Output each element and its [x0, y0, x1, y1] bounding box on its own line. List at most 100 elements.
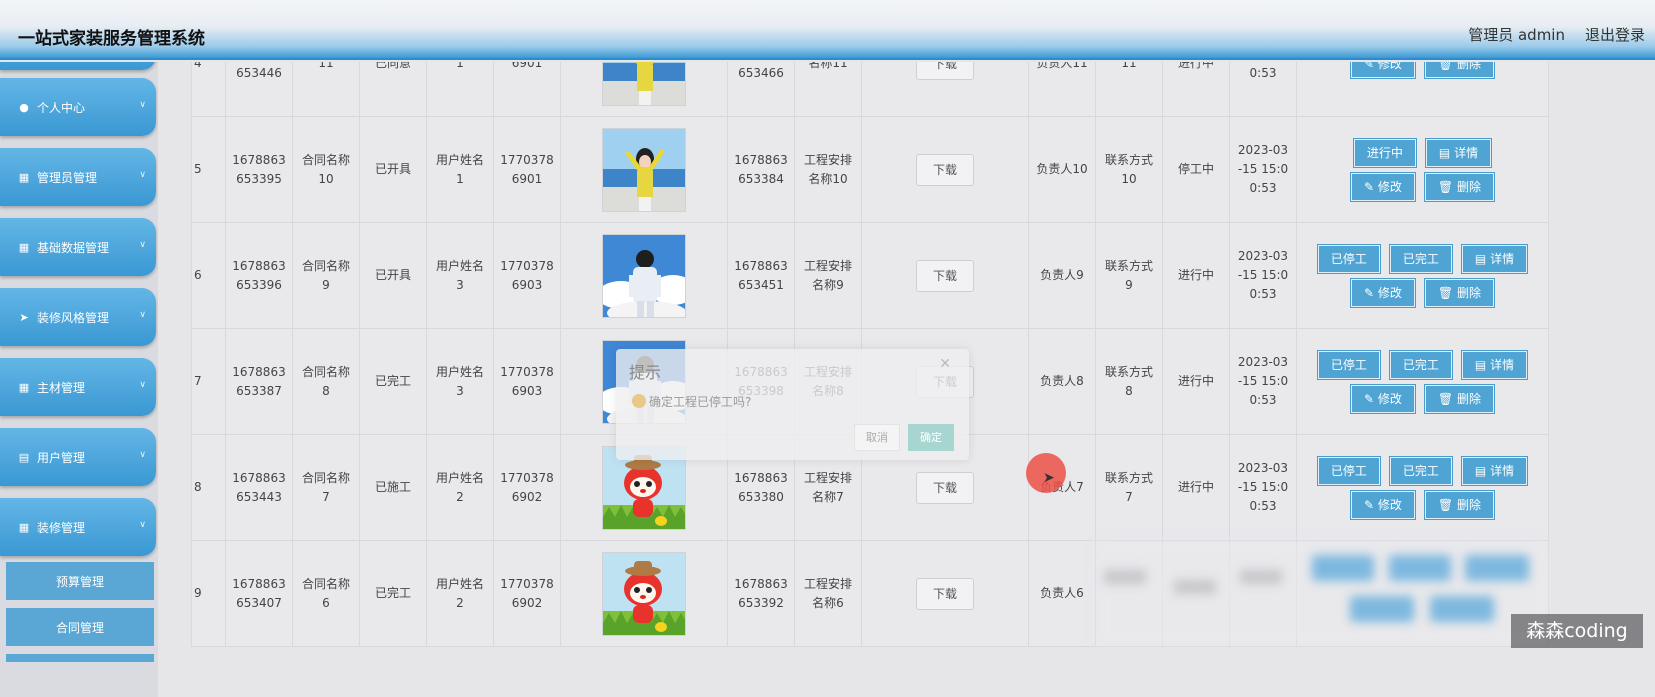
blurred-text [1104, 570, 1146, 584]
contact-cell: 11 [1095, 62, 1163, 117]
sidebar-subitem-contract[interactable]: 合同管理 [6, 608, 154, 646]
proj-name-cell: 工程安排 名称6 [794, 540, 862, 647]
delete-button[interactable]: 🗑 删除 [1423, 383, 1495, 414]
delete-button[interactable]: 🗑 删除 [1423, 489, 1495, 520]
stopped-button[interactable]: 已停工 [1316, 349, 1381, 380]
edit-button[interactable]: ✎ 修改 [1350, 383, 1416, 414]
idx-cell: 5 [191, 116, 226, 223]
table-row: 41678863 65344611已同意169011678863 653466名… [191, 62, 1549, 117]
status-cell: 已完工 [359, 328, 427, 435]
edit-button[interactable]: ✎ 修改 [1350, 489, 1416, 520]
detail-button[interactable]: ▤ 详情 [1460, 349, 1529, 380]
blurred-text [1240, 570, 1282, 584]
action-label: 详情 [1490, 357, 1515, 372]
sidebar-item-admins[interactable]: ▦ 管理员管理 ∨ [0, 148, 156, 206]
sidebar-item-materials[interactable]: ▦ 主材管理 ∨ [0, 358, 156, 416]
action-label: 已完工 [1402, 357, 1439, 372]
blurred-button [1312, 555, 1374, 581]
mouse-cursor-icon: ➤ [1043, 470, 1055, 486]
action-label: 删除 [1456, 391, 1481, 406]
detail-button[interactable]: ▤ 详情 [1460, 455, 1529, 486]
download-cell: 下载 [861, 540, 1029, 647]
completed-button[interactable]: 已完工 [1388, 455, 1453, 486]
sidebar-item-label: 个人中心 [37, 100, 86, 115]
in-progress-button[interactable]: 进行中 [1352, 137, 1417, 168]
user-cell: 用户姓名 3 [426, 328, 494, 435]
trash-icon: 🗑 [1437, 391, 1457, 406]
action-label: 修改 [1377, 497, 1402, 512]
edit-button[interactable]: ✎ 修改 [1350, 277, 1416, 308]
blurred-button [1430, 596, 1494, 622]
time-cell: 2023-03 -15 15:0 0:53 [1229, 222, 1297, 329]
action-label: 修改 [1377, 179, 1402, 194]
delete-button[interactable]: 🗑 删除 [1423, 62, 1495, 79]
action-label: 删除 [1456, 62, 1481, 71]
action-label: 修改 [1377, 285, 1402, 300]
action-label: 进行中 [1366, 145, 1403, 160]
proj-no-cell: 1678863 653451 [727, 222, 795, 329]
sidebar-item-styles[interactable]: ➤ 装修风格管理 ∨ [0, 288, 156, 346]
sidebar-item-profile[interactable]: ● 个人中心 ∨ [0, 78, 156, 136]
proj-name-cell: 名称11 [794, 62, 862, 117]
status-cell: 已完工 [359, 540, 427, 647]
sidebar-subitem-budget[interactable]: 预算管理 [6, 562, 154, 600]
manager-cell: 负责人9 [1028, 222, 1096, 329]
table-row: 5 1678863 653395 合同名称 10 已开具 用户姓名 1 1770378 6… [191, 116, 1549, 223]
stopped-button[interactable]: 已停工 [1316, 455, 1381, 486]
chevron-down-icon: ∨ [139, 380, 146, 390]
idx-cell: 6 [191, 222, 226, 329]
state-cell: 进行中 [1162, 328, 1230, 435]
download-cell: 下载 [861, 116, 1029, 223]
action-label: 详情 [1454, 145, 1479, 160]
edit-button[interactable]: ✎ 修改 [1350, 171, 1416, 202]
contract-name-cell: 合同名称 7 [292, 434, 360, 541]
close-icon[interactable]: ✕ [939, 356, 951, 372]
confirm-button[interactable]: 确定 [908, 424, 954, 451]
sidebar-item-partial[interactable] [0, 62, 156, 70]
download-cell: 下载 [861, 62, 1029, 117]
edit-button[interactable]: ✎ 修改 [1350, 62, 1416, 79]
contract-no-cell: 1678863 653395 [225, 116, 293, 223]
chevron-down-icon: ∨ [139, 450, 146, 460]
stopped-button[interactable]: 已停工 [1316, 243, 1381, 274]
delete-button[interactable]: 🗑 删除 [1423, 277, 1495, 308]
sidebar: ● 个人中心 ∨ ▦ 管理员管理 ∨ ▦ 基础数据管理 ∨ ➤ 装修风格管理 ∨… [0, 62, 158, 697]
action-label: 修改 [1377, 62, 1402, 71]
proj-name-cell: 工程安排 名称10 [794, 116, 862, 223]
image-cell [560, 222, 728, 329]
sidebar-subitem-partial[interactable] [6, 654, 154, 662]
edit-icon: ✎ [1364, 391, 1378, 406]
image-cell [560, 62, 728, 117]
detail-button[interactable]: ▤ 详情 [1460, 243, 1529, 274]
phone-cell: 1770378 6902 [493, 540, 561, 647]
detail-button[interactable]: ▤ 详情 [1424, 137, 1493, 168]
download-button[interactable]: 下载 [916, 153, 974, 186]
download-button[interactable]: 下载 [916, 62, 974, 80]
sidebar-item-label: 基础数据管理 [37, 240, 110, 255]
delete-button[interactable]: 🗑 删除 [1423, 171, 1495, 202]
completed-button[interactable]: 已完工 [1388, 349, 1453, 380]
download-button[interactable]: 下载 [916, 471, 974, 504]
user-cell: 用户姓名 3 [426, 222, 494, 329]
state-cell: 进行中 [1162, 62, 1230, 117]
sidebar-item-users[interactable]: ▤ 用户管理 ∨ [0, 428, 156, 486]
sidebar-item-decoration[interactable]: ▦ 装修管理 ∨ [0, 498, 156, 556]
actions-cell: 已停工 已完工 ▤ 详情 ✎ 修改 🗑 删除 [1296, 222, 1549, 329]
grid-icon: ▦ [18, 380, 30, 394]
action-label: 已完工 [1402, 463, 1439, 478]
download-button[interactable]: 下载 [916, 577, 974, 610]
blurred-button [1465, 555, 1529, 581]
phone-cell: 6901 [493, 62, 561, 117]
contract-name-cell: 合同名称 8 [292, 328, 360, 435]
logout-link[interactable]: 退出登录 [1585, 24, 1645, 45]
sidebar-item-basic-data[interactable]: ▦ 基础数据管理 ∨ [0, 218, 156, 276]
completed-button[interactable]: 已完工 [1388, 243, 1453, 274]
download-button[interactable]: 下载 [916, 259, 974, 292]
user-cell: 用户姓名 1 [426, 116, 494, 223]
edit-icon: ✎ [1364, 179, 1378, 194]
contract-no-cell: 1678863 653446 [225, 62, 293, 117]
sidebar-item-label: 主材管理 [37, 380, 86, 395]
phone-cell: 1770378 6902 [493, 434, 561, 541]
contact-cell: 联系方式 10 [1095, 116, 1163, 223]
cancel-button[interactable]: 取消 [854, 424, 900, 451]
